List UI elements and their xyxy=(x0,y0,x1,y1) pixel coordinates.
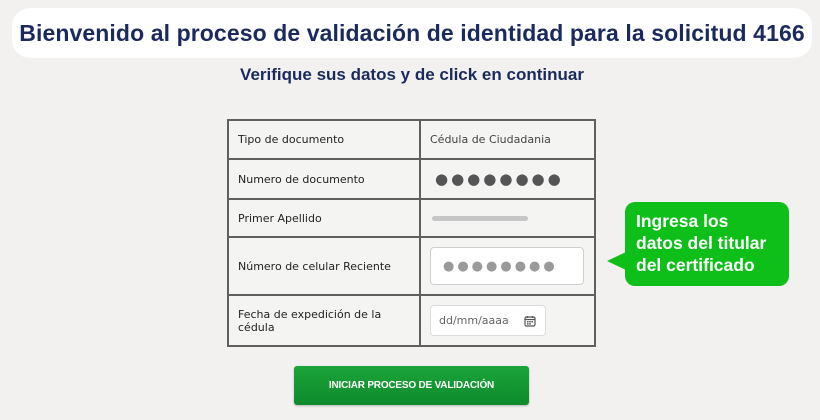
phone-cell: ●●●●●●●● xyxy=(421,238,594,294)
first-surname-redacted xyxy=(432,215,528,221)
help-tooltip: Ingresa los datos del titular del certif… xyxy=(625,202,789,286)
tooltip-line-2: datos del titular xyxy=(636,233,767,253)
document-number-label: Numero de documento xyxy=(229,160,421,198)
issue-date-placeholder: dd/mm/aaaa xyxy=(439,314,509,327)
first-surname-cell xyxy=(421,200,594,236)
page-title: Bienvenido al proceso de validación de i… xyxy=(19,19,805,46)
row-issue-date: Fecha de expedición de la cédula dd/mm/a… xyxy=(229,296,594,345)
document-type-value: Cédula de Ciudadania xyxy=(430,133,551,146)
tooltip-line-3: del certificado xyxy=(636,255,755,275)
calendar-icon[interactable] xyxy=(524,315,536,327)
tooltip-pointer xyxy=(607,252,626,270)
row-document-number: Numero de documento ●●●●●●●● xyxy=(229,160,594,200)
tooltip-line-1: Ingresa los xyxy=(636,211,729,231)
phone-label: Número de celular Reciente xyxy=(229,238,421,294)
document-number-value: ●●●●●●●● xyxy=(435,170,564,188)
row-first-surname: Primer Apellido xyxy=(229,200,594,238)
phone-input-value: ●●●●●●●● xyxy=(443,258,558,274)
document-number-cell: ●●●●●●●● xyxy=(421,160,594,198)
issue-date-cell: dd/mm/aaaa xyxy=(421,296,594,345)
issue-date-label: Fecha de expedición de la cédula xyxy=(229,296,421,345)
first-surname-label: Primer Apellido xyxy=(229,200,421,236)
issue-date-input[interactable]: dd/mm/aaaa xyxy=(430,305,546,336)
document-type-label: Tipo de documento xyxy=(229,121,421,158)
page-subtitle: Verifique sus datos y de click en contin… xyxy=(240,65,584,84)
identity-form-table: Tipo de documento Cédula de Ciudadania N… xyxy=(227,119,596,347)
start-validation-button[interactable]: INICIAR PROCESO DE VALIDACIÓN xyxy=(294,366,529,405)
row-document-type: Tipo de documento Cédula de Ciudadania xyxy=(229,121,594,160)
phone-input[interactable]: ●●●●●●●● xyxy=(430,247,584,285)
header-banner: Bienvenido al proceso de validación de i… xyxy=(12,8,812,58)
row-phone: Número de celular Reciente ●●●●●●●● xyxy=(229,238,594,296)
